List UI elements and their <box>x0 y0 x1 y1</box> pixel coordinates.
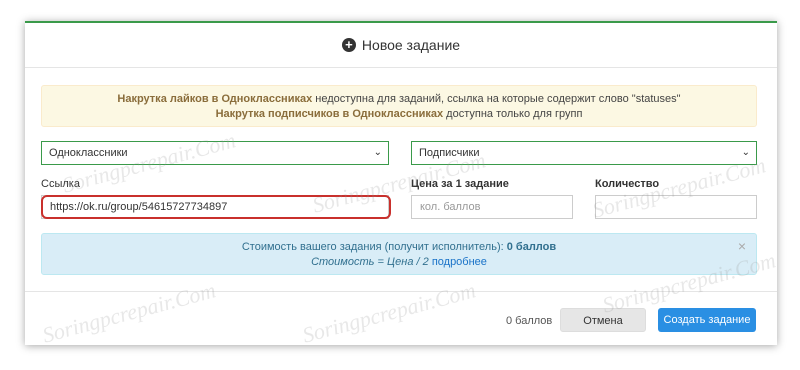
warning-line1-text: недоступна для заданий, ссылка на которы… <box>312 93 681 105</box>
more-link[interactable]: подробнее <box>432 256 487 268</box>
modal-footer: 0 баллов Отмена Создать задание <box>25 291 777 346</box>
plus-circle-icon: + <box>341 38 356 52</box>
warning-alert: Накрутка лайков в Одноклассниках недосту… <box>41 85 757 127</box>
task-type-select[interactable]: Подписчики ⌄ <box>411 141 757 165</box>
price-input[interactable]: кол. баллов <box>411 195 573 219</box>
warning-line1-bold: Накрутка лайков в Одноклассниках <box>117 93 313 105</box>
cancel-button[interactable]: Отмена <box>560 308 646 332</box>
network-select[interactable]: Одноклассники ⌄ <box>41 141 389 165</box>
modal-title: Новое задание <box>361 37 461 53</box>
link-highlight-frame <box>41 195 391 219</box>
cost-text: Стоимость вашего задания (получит исполн… <box>241 241 507 253</box>
cost-value: 0 баллов <box>506 241 557 253</box>
chevron-down-icon: ⌄ <box>741 147 750 158</box>
create-task-button[interactable]: Создать задание <box>658 308 756 332</box>
cost-info-alert: Стоимость вашего задания (получит исполн… <box>41 233 757 275</box>
warning-line2-bold: Накрутка подписчиков в Одноклассниках <box>215 108 444 120</box>
modal-header: + Новое задание <box>25 23 777 68</box>
network-select-value: Одноклассники <box>49 147 128 159</box>
task-type-select-value: Подписчики <box>419 147 480 159</box>
quantity-label: Количество <box>595 178 660 190</box>
cost-formula: Стоимость = Цена / 2 <box>311 256 432 268</box>
warning-line2-text: доступна только для групп <box>443 108 583 120</box>
chevron-down-icon: ⌄ <box>373 147 382 158</box>
quantity-input[interactable] <box>595 195 757 219</box>
link-label: Ссылка <box>41 178 80 190</box>
points-total: 0 баллов <box>506 315 553 327</box>
new-task-modal: + Новое задание Накрутка лайков в Однокл… <box>25 21 777 345</box>
close-icon[interactable]: × <box>738 239 746 254</box>
price-label: Цена за 1 задание <box>411 178 509 190</box>
